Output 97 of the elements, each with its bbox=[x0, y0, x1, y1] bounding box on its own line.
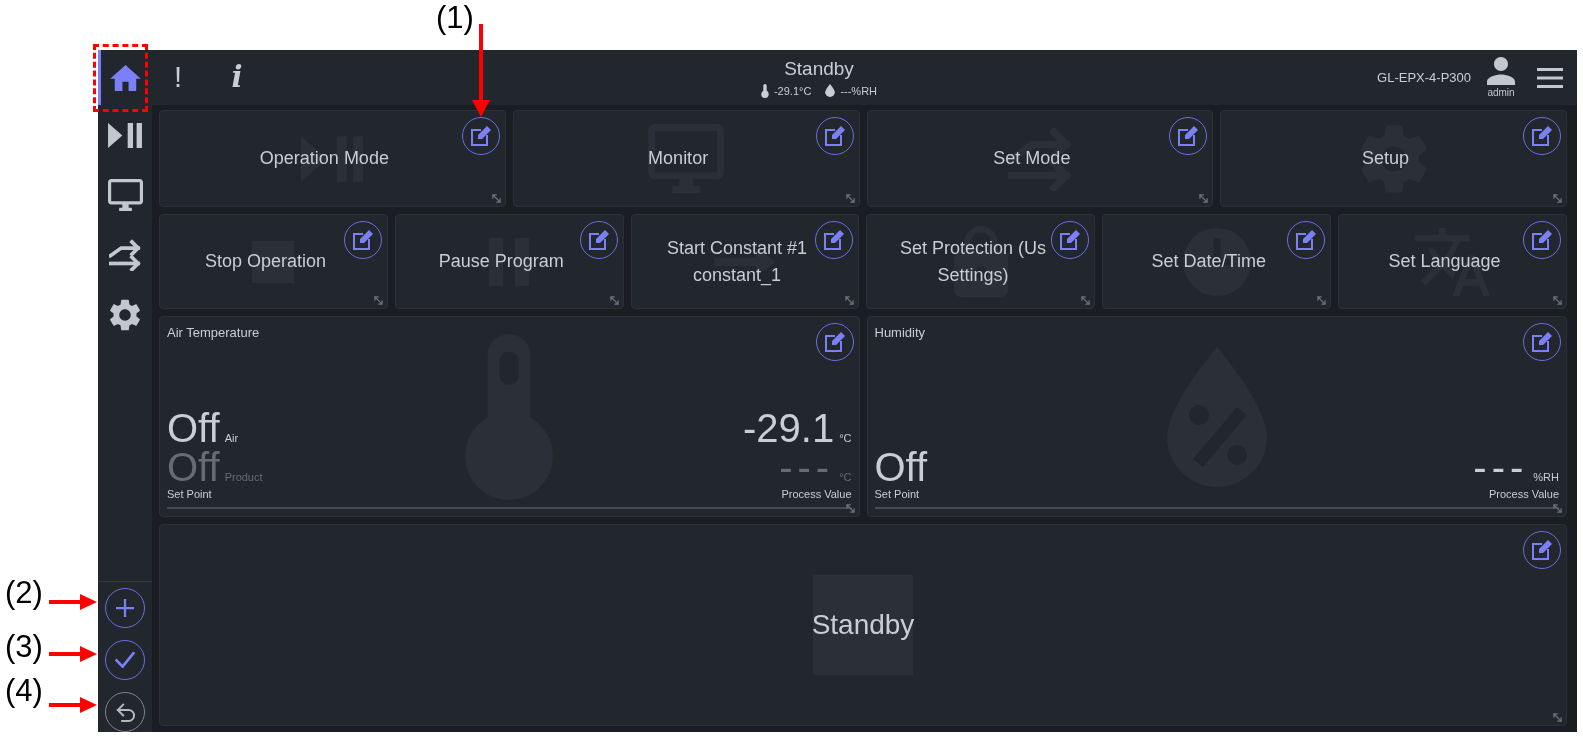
process-value: --- bbox=[1473, 448, 1529, 487]
resize-icon bbox=[845, 296, 855, 305]
annotation-label: (4) bbox=[5, 673, 43, 709]
edit-icon bbox=[1296, 230, 1317, 250]
reading-text: ---%RH bbox=[840, 83, 878, 98]
edit-button[interactable] bbox=[1523, 323, 1561, 361]
edit-button[interactable] bbox=[815, 323, 854, 361]
resize-icon bbox=[1317, 296, 1327, 305]
annotation-arrow bbox=[49, 594, 97, 610]
resize-icon bbox=[1553, 296, 1562, 305]
home-icon bbox=[109, 64, 141, 91]
edit-icon bbox=[1532, 230, 1552, 250]
set-point-value: Off bbox=[874, 448, 928, 487]
play-pause-icon bbox=[108, 122, 142, 148]
widget-title: Air Temperature bbox=[167, 325, 260, 341]
drop-icon bbox=[825, 84, 836, 97]
edit-button[interactable] bbox=[343, 221, 382, 259]
resize-icon bbox=[1553, 504, 1562, 513]
info-button[interactable]: i bbox=[211, 50, 263, 105]
process-caption: Process Value bbox=[1488, 487, 1559, 501]
annotation-label: (1) bbox=[436, 0, 474, 36]
tile-label: Set Mode bbox=[993, 149, 1071, 168]
resize-icon bbox=[845, 194, 855, 203]
edit-button[interactable] bbox=[1051, 221, 1090, 259]
tile-label: Setup bbox=[1362, 149, 1410, 168]
tile-label: constant_1 bbox=[693, 265, 782, 285]
edit-icon bbox=[824, 230, 845, 250]
thermometer-icon bbox=[760, 83, 769, 98]
alerts-button[interactable]: ! bbox=[152, 50, 204, 105]
annotation-label: (2) bbox=[5, 575, 43, 611]
tile-label: Set Protection (Us bbox=[899, 238, 1046, 258]
edit-icon bbox=[1532, 332, 1552, 352]
process-value: -29.1 bbox=[743, 409, 835, 448]
resize-icon bbox=[1553, 713, 1562, 722]
set-point-value: Off bbox=[167, 409, 220, 448]
monitor-icon bbox=[107, 179, 143, 211]
resize-icon bbox=[609, 296, 619, 305]
tile-label: Monitor bbox=[648, 149, 709, 168]
edit-button[interactable] bbox=[1523, 221, 1561, 259]
edit-icon bbox=[588, 230, 609, 250]
edit-button[interactable] bbox=[1523, 117, 1561, 155]
edit-icon bbox=[470, 126, 491, 146]
edit-button[interactable] bbox=[815, 221, 854, 259]
process-unit: %RH bbox=[1533, 470, 1559, 484]
status-title: Standby bbox=[784, 57, 854, 80]
user-icon bbox=[1487, 57, 1515, 85]
resize-icon bbox=[1081, 296, 1091, 305]
set-point-value: Off bbox=[167, 448, 220, 487]
edit-icon bbox=[1060, 230, 1081, 250]
edit-icon bbox=[1178, 126, 1199, 146]
tile-label: Pause Program bbox=[438, 252, 564, 271]
edit-icon bbox=[824, 126, 845, 146]
annotation-label: (3) bbox=[5, 629, 43, 665]
resize-icon bbox=[373, 296, 383, 305]
edit-button[interactable] bbox=[1169, 117, 1208, 155]
status-text: Standby bbox=[811, 609, 915, 641]
annotation-arrow bbox=[49, 697, 97, 713]
edit-icon bbox=[1532, 126, 1552, 146]
highlight-frame bbox=[93, 44, 148, 112]
tile-label: Start Constant #1 bbox=[667, 238, 808, 258]
resize-icon bbox=[1553, 194, 1562, 203]
edit-icon bbox=[352, 230, 373, 250]
resize-icon bbox=[1199, 194, 1209, 203]
set-point-sub-label: Product bbox=[224, 470, 263, 484]
plus-icon bbox=[116, 599, 134, 617]
tile-label: Settings) bbox=[937, 265, 1009, 285]
resize-icon bbox=[491, 194, 501, 203]
set-point-caption: Set Point bbox=[167, 487, 212, 501]
arrows-icon bbox=[109, 239, 141, 271]
widget-title: Humidity bbox=[874, 325, 926, 341]
set-point-caption: Set Point bbox=[874, 487, 920, 501]
process-unit: °C bbox=[839, 470, 852, 484]
edit-icon bbox=[824, 332, 845, 352]
undo-icon bbox=[115, 702, 135, 722]
process-caption: Process Value bbox=[781, 487, 852, 501]
user-button[interactable]: admin bbox=[1487, 57, 1515, 98]
edit-button[interactable] bbox=[1523, 531, 1561, 569]
menu-button[interactable] bbox=[1537, 67, 1563, 88]
process-value: --- bbox=[779, 448, 835, 487]
edit-button[interactable] bbox=[815, 117, 854, 155]
tile-label: Set Date/Time bbox=[1151, 252, 1266, 271]
edit-icon bbox=[1532, 540, 1552, 560]
set-point-sub-label: Air bbox=[224, 431, 239, 445]
process-unit: °C bbox=[839, 431, 852, 445]
edit-button[interactable] bbox=[461, 117, 500, 155]
menu-icon bbox=[1537, 67, 1563, 88]
reading-text: -29.1°C bbox=[773, 83, 812, 98]
edit-button[interactable] bbox=[1287, 221, 1326, 259]
device-name: GL-EPX-4-P300 bbox=[1377, 70, 1471, 85]
edit-button[interactable] bbox=[579, 221, 618, 259]
check-icon bbox=[115, 652, 135, 668]
gear-icon bbox=[110, 299, 140, 331]
tile-label: Stop Operation bbox=[204, 252, 326, 271]
resize-icon bbox=[845, 504, 855, 513]
tile-label: Operation Mode bbox=[259, 149, 389, 168]
annotation-arrow bbox=[49, 646, 97, 662]
tile-label: Set Language bbox=[1388, 252, 1501, 271]
